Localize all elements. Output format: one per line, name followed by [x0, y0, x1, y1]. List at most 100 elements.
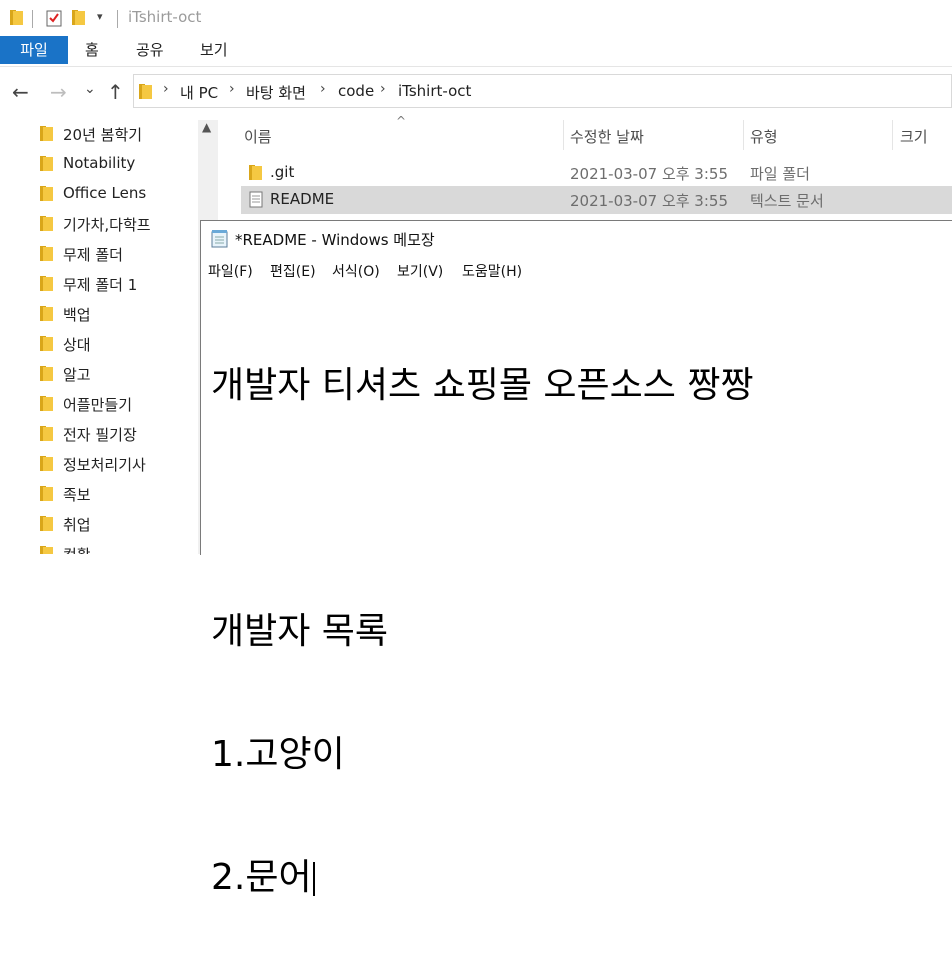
file-type: 파일 폴더	[750, 165, 810, 183]
menu-file[interactable]: 파일(F)	[208, 261, 253, 281]
sidebar-item[interactable]: Notability	[40, 152, 210, 182]
breadcrumb-this-pc[interactable]: 내 PC	[180, 82, 218, 103]
text-caret	[312, 862, 315, 896]
back-arrow-icon[interactable]: ←	[12, 80, 29, 104]
tab-home[interactable]: 홈	[85, 36, 99, 64]
notepad-text-area[interactable]: 개발자 티셔츠 쇼핑몰 오픈소스 짱짱 개발자 목록 1.고양이 2.문어	[211, 283, 754, 980]
customize-toolbar-icon[interactable]: ▾	[97, 10, 103, 23]
sidebar-item[interactable]: Office Lens	[40, 182, 210, 212]
address-bar[interactable]: › 내 PC › 바탕 화면 › code › iTshirt-oct	[133, 74, 952, 108]
folder-icon	[40, 156, 53, 171]
scroll-up-icon[interactable]: ▲	[202, 120, 211, 134]
navigation-pane: 20년 봄학기 Notability Office Lens 기가차,다학프 무…	[0, 116, 220, 554]
sidebar-item-label: 알고	[63, 366, 91, 384]
file-row[interactable]: .git 2021-03-07 오후 3:55 파일 폴더	[241, 159, 952, 187]
column-header-name[interactable]: 이름	[244, 126, 272, 147]
folder-icon	[40, 486, 53, 501]
sidebar-item-label: 컴활	[63, 544, 91, 554]
sidebar-item-label: 어플만들기	[63, 396, 133, 414]
sidebar-item-label: 백업	[63, 306, 91, 324]
menu-format[interactable]: 서식(O)	[332, 261, 380, 281]
sidebar-item[interactable]: 무제 폴더 1	[40, 272, 210, 302]
divider	[117, 10, 118, 28]
tab-view[interactable]: 보기	[200, 36, 228, 64]
divider[interactable]	[563, 120, 564, 150]
breadcrumb-code[interactable]: code	[338, 82, 374, 100]
text-line-last: 2.문어	[211, 857, 754, 898]
column-header-type[interactable]: 유형	[750, 126, 778, 147]
sidebar-item-label: 20년 봄학기	[63, 126, 143, 144]
folder-icon	[40, 246, 53, 261]
explorer-title-bar: ▾ iTshirt-oct	[0, 0, 952, 36]
chevron-right-icon[interactable]: ›	[320, 81, 326, 97]
column-header-date[interactable]: 수정한 날짜	[570, 126, 644, 147]
sidebar-item-label: 족보	[63, 486, 91, 504]
sidebar-item[interactable]: 상대	[40, 332, 210, 362]
sidebar-item-label: 무제 폴더	[63, 246, 123, 264]
divider[interactable]	[743, 120, 744, 150]
breadcrumb-itshirt-oct[interactable]: iTshirt-oct	[398, 82, 471, 100]
sidebar-item-label: 기가차,다학프	[63, 216, 151, 234]
folder-icon	[40, 306, 53, 321]
sidebar-item[interactable]: 백업	[40, 302, 210, 332]
folder-icon	[40, 426, 53, 441]
file-list: ^ 이름 수정한 날짜 유형 크기 .git 2021-03-07 오후 3:5…	[230, 114, 952, 220]
menu-help[interactable]: 도움말(H)	[462, 261, 522, 281]
tab-share[interactable]: 공유	[136, 36, 164, 64]
chevron-right-icon[interactable]: ›	[229, 81, 235, 97]
folder-icon	[40, 366, 53, 381]
chevron-right-icon[interactable]: ›	[380, 81, 386, 97]
menu-edit[interactable]: 편집(E)	[270, 261, 316, 281]
file-type: 텍스트 문서	[750, 192, 824, 210]
sidebar-item[interactable]: 어플만들기	[40, 392, 210, 422]
folder-icon	[40, 456, 53, 471]
divider	[32, 10, 33, 28]
folder-icon	[40, 276, 53, 291]
sidebar-item[interactable]: 정보처리기사	[40, 452, 210, 482]
text-line: 2.문어	[211, 857, 312, 898]
folder-icon	[40, 546, 53, 554]
file-date: 2021-03-07 오후 3:55	[570, 165, 728, 183]
new-folder-icon[interactable]	[72, 10, 85, 25]
sidebar-item[interactable]: 족보	[40, 482, 210, 512]
up-arrow-icon[interactable]: ↑	[107, 80, 124, 104]
tab-file[interactable]: 파일	[0, 36, 68, 64]
folder-icon	[10, 10, 23, 25]
notepad-window[interactable]: *README - Windows 메모장 파일(F) 편집(E) 서식(O) …	[200, 220, 952, 898]
sidebar-item-label: 무제 폴더 1	[63, 276, 138, 294]
sidebar-item[interactable]: 무제 폴더	[40, 242, 210, 272]
sidebar-item-label: 정보처리기사	[63, 456, 146, 474]
window-title: iTshirt-oct	[128, 8, 202, 26]
sidebar-item[interactable]: 전자 필기장	[40, 422, 210, 452]
sidebar-item[interactable]: 기가차,다학프	[40, 212, 210, 242]
sidebar-item-label: 전자 필기장	[63, 426, 137, 444]
sidebar-item[interactable]: 취업	[40, 512, 210, 542]
sort-ascending-icon: ^	[396, 114, 407, 128]
file-name: .git	[270, 163, 295, 181]
column-header-size[interactable]: 크기	[900, 126, 928, 147]
file-row-selected[interactable]: README 2021-03-07 오후 3:55 텍스트 문서	[241, 186, 952, 214]
divider[interactable]	[892, 120, 893, 150]
sidebar-item[interactable]: 컴활	[40, 542, 210, 554]
file-name: README	[270, 190, 335, 208]
folder-icon	[40, 396, 53, 411]
text-line: 1.고양이	[211, 734, 345, 775]
sidebar-item-label: 상대	[63, 336, 91, 354]
folder-icon	[40, 186, 53, 201]
text-line: 개발자 티셔츠 쇼핑몰 오픈소스 짱짱	[211, 365, 754, 406]
menu-view[interactable]: 보기(V)	[397, 261, 443, 281]
folder-icon	[40, 216, 53, 231]
forward-arrow-icon[interactable]: →	[50, 80, 67, 104]
properties-icon[interactable]	[46, 9, 62, 27]
folder-icon	[139, 84, 152, 99]
sidebar-item[interactable]: 20년 봄학기	[40, 122, 210, 152]
ribbon-tabs: 파일 홈 공유 보기	[0, 36, 952, 67]
text-line: 개발자 목록	[211, 611, 389, 652]
sidebar-item-label: Office Lens	[63, 184, 147, 202]
chevron-right-icon[interactable]: ›	[163, 81, 169, 97]
notepad-icon	[211, 230, 228, 248]
file-date: 2021-03-07 오후 3:55	[570, 192, 728, 210]
recent-locations-icon[interactable]: ⌄	[84, 81, 96, 97]
sidebar-item[interactable]: 알고	[40, 362, 210, 392]
breadcrumb-desktop[interactable]: 바탕 화면	[246, 82, 306, 103]
